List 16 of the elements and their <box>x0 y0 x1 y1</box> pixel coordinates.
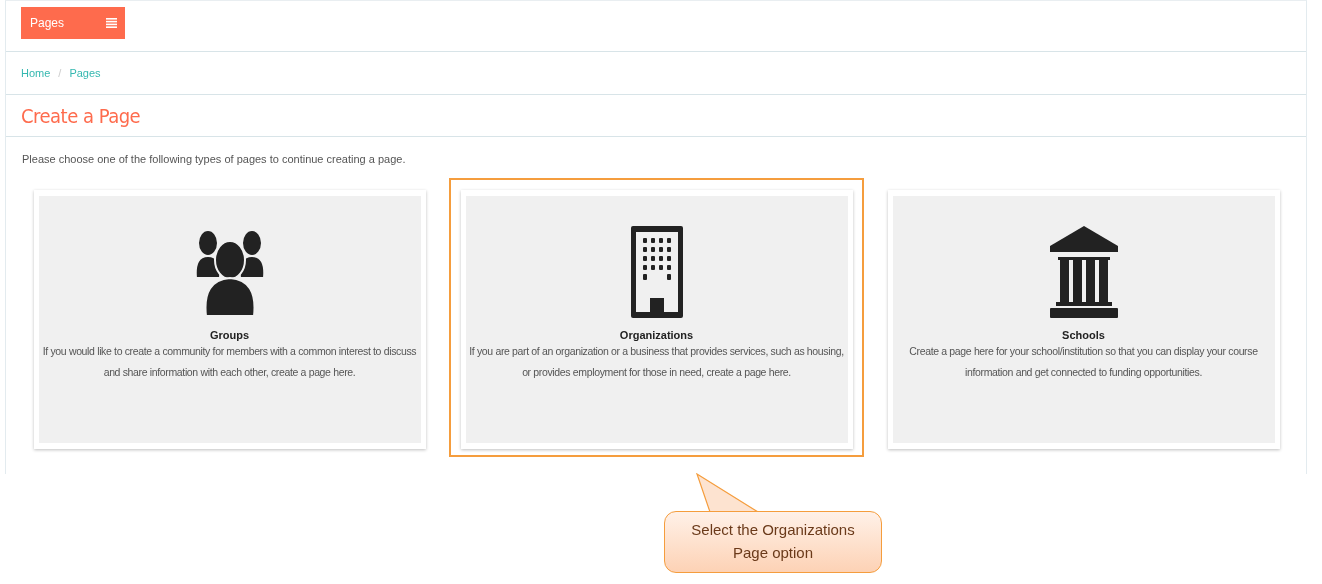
card-description: If you are part of an organization or a business that provides services, such as housing, or provides employment for those in need, create a page here. <box>468 344 845 380</box>
card-title: Schools <box>1062 329 1105 341</box>
columned-building-icon <box>1047 226 1120 318</box>
card-title: Organizations <box>619 329 694 341</box>
card-description: If you would like to create a community for members with a common interest to discuss and share information with each other, create a page here. <box>41 344 418 380</box>
breadcrumb-separator: / <box>58 67 62 79</box>
intro-text: Please choose one of the following types of pages to continue creating a page. <box>22 153 407 165</box>
page-title: Create a Page <box>21 103 141 128</box>
card-title: Groups <box>209 329 250 341</box>
page-type-card[interactable]: Groups If you would like to create a community for members with a common interest to discuss and share information with each other, create a page here. <box>33 190 426 449</box>
page-type-card[interactable]: Schools Create a page here for your school/institution so that you can display your course information and get connected to funding opportunities. <box>887 190 1280 449</box>
building-icon <box>630 226 683 318</box>
callout-bubble: Select the Organizations Page option <box>664 511 882 573</box>
menu-icon <box>106 18 117 28</box>
card-description: Create a page here for your school/institution so that you can display your course information and get connected to funding opportunities. <box>908 344 1259 380</box>
page-type-card[interactable]: Organizations If you are part of an organization or a business that provides services, such as housing, or provides employment for those in need, create a page here. <box>460 190 853 449</box>
